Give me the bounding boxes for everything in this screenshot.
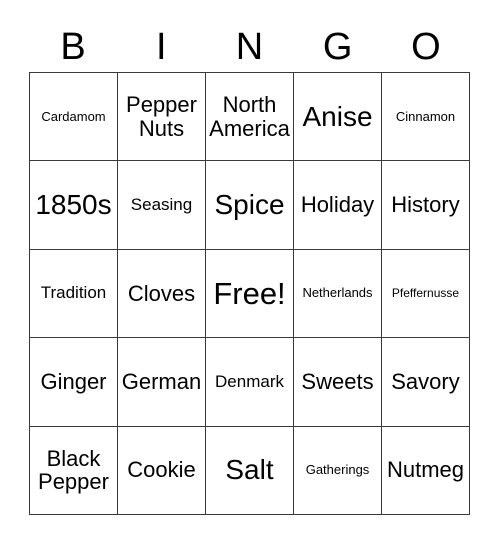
bingo-cell[interactable]: Tradition [30,249,118,339]
bingo-cell[interactable]: Seasing [118,161,206,250]
bingo-cell[interactable]: Savory [382,338,470,427]
bingo-cell[interactable]: 1850s [30,161,118,250]
bingo-cell[interactable]: Ginger [30,338,118,427]
bingo-cell[interactable]: Cookie [118,426,206,515]
bingo-cell-label: Spice [214,188,285,220]
header-letter-g: G [322,26,353,68]
bingo-cell-label: Tradition [40,283,107,303]
bingo-cell[interactable]: Pfeffernusse [382,249,470,339]
bingo-cell[interactable]: Netherlands [294,249,382,339]
bingo-cell[interactable]: Nutmeg [382,426,470,515]
bingo-cell[interactable]: North America [206,73,294,162]
bingo-cell[interactable]: Gatherings [294,426,382,515]
bingo-cell-label: Ginger [40,369,107,395]
bingo-header: B I N G O [29,22,470,72]
bingo-cell[interactable]: Pepper Nuts [118,73,206,162]
bingo-cell-free[interactable]: Free! [206,249,294,339]
bingo-cell[interactable]: History [382,161,470,250]
bingo-cell-label: Cardamom [41,108,106,124]
bingo-cell-label: History [391,192,460,218]
bingo-cell-label: Pepper Nuts [126,91,197,141]
bingo-cell[interactable]: Cloves [118,249,206,339]
bingo-cell[interactable]: Spice [206,161,294,250]
bingo-cell[interactable]: Anise [294,73,382,162]
bingo-card: B I N G O Cardamom Pepper Nuts North Ameri… [0,0,500,544]
bingo-cell-label: Black Pepper [38,445,109,495]
bingo-cell-label: Savory [391,369,460,395]
bingo-cell-label: Gatherings [305,462,370,478]
bingo-cell-label: Cloves [127,280,196,306]
bingo-cell-label: Seasing [130,194,193,214]
bingo-cell-label: Cookie [127,457,196,483]
bingo-cell-label: North America [209,91,290,141]
bingo-cell-label: Netherlands [302,285,373,301]
bingo-cell-label: Pfeffernusse [391,286,460,301]
bingo-cell[interactable]: Salt [206,426,294,515]
bingo-cell-label: Salt [225,454,274,486]
header-letter-b: B [60,26,86,68]
bingo-cell-label: Cinnamon [395,108,456,124]
bingo-cell[interactable]: Cardamom [30,73,118,162]
bingo-cell[interactable]: Black Pepper [30,426,118,515]
bingo-cell[interactable]: Denmark [206,338,294,427]
bingo-cell[interactable]: German [118,338,206,427]
header-letter-o: O [411,26,441,68]
bingo-cell-label: Free! [213,275,286,311]
header-letter-n: N [235,26,264,68]
bingo-cell-label: German [121,369,202,395]
bingo-cell-label: Holiday [300,192,375,218]
bingo-cell-label: Denmark [215,371,284,391]
bingo-cell[interactable]: Cinnamon [382,73,470,162]
bingo-grid: Cardamom Pepper Nuts North America Anise Cin… [29,72,470,515]
bingo-cell[interactable]: Sweets [294,338,382,427]
bingo-cell-label: 1850s [35,188,112,220]
bingo-cell-label: Anise [302,100,373,132]
header-letter-i: I [156,26,167,68]
bingo-cell-label: Sweets [301,369,374,395]
bingo-cell-label: Nutmeg [386,457,465,483]
bingo-cell[interactable]: Holiday [294,161,382,250]
